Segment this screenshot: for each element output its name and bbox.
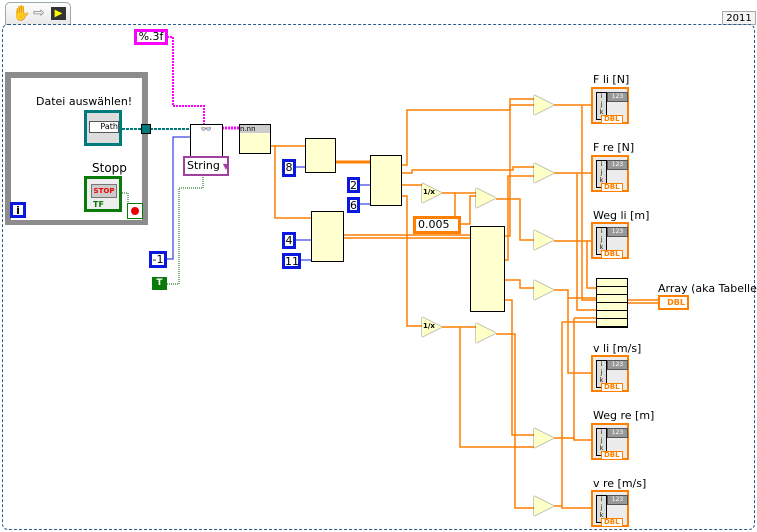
hand-icon[interactable]: ✋ bbox=[12, 4, 31, 22]
multiply-node[interactable] bbox=[534, 496, 554, 516]
minus-one-constant[interactable]: -1 bbox=[149, 251, 167, 268]
index-constant-8[interactable]: 8 bbox=[282, 159, 296, 177]
indicator-f-re[interactable]: i j k 123 DBL bbox=[591, 155, 629, 192]
stop-label: Stopp bbox=[92, 161, 127, 175]
toolbar-tab: ✋ ⇨ ▶ bbox=[5, 2, 71, 25]
dbl-tag: DBL bbox=[601, 383, 623, 392]
indicator-label: v re [m/s] bbox=[593, 477, 647, 490]
dbl-tag: DBL bbox=[601, 518, 623, 527]
version-label: 2011 bbox=[722, 11, 756, 25]
indicator-v-re[interactable]: i j k 123 DBL bbox=[591, 490, 629, 527]
index-array-node[interactable] bbox=[370, 155, 402, 206]
iteration-terminal: i bbox=[10, 202, 26, 218]
subtract-node[interactable] bbox=[534, 163, 554, 183]
array-subset-node[interactable] bbox=[311, 211, 344, 262]
dbl-tag: DBL bbox=[601, 250, 623, 259]
divide-node[interactable] bbox=[476, 188, 496, 208]
subtract-node[interactable] bbox=[534, 95, 554, 115]
chevron-down-icon: ▼ bbox=[222, 162, 229, 171]
index-array-node-large[interactable] bbox=[470, 226, 505, 312]
indicator-label: v li [m/s] bbox=[593, 342, 642, 355]
reciprocal-label: 1/x bbox=[423, 322, 435, 330]
indicator-label: Weg re [m] bbox=[593, 409, 655, 422]
stop-button-control[interactable]: STOP TF bbox=[84, 176, 122, 212]
index-constant-6[interactable]: 6 bbox=[347, 197, 360, 213]
indicator-weg-li[interactable]: i j k 123 DBL bbox=[591, 222, 629, 259]
true-constant[interactable]: T bbox=[152, 277, 167, 290]
multiply-node[interactable] bbox=[534, 230, 554, 250]
dbl-tag: DBL bbox=[601, 115, 623, 124]
index-constant-4[interactable]: 4 bbox=[282, 232, 296, 249]
ring-value: String bbox=[187, 159, 220, 172]
index-array-node[interactable] bbox=[305, 138, 336, 173]
type-ring[interactable]: String ▼ bbox=[183, 156, 229, 176]
reciprocal-node[interactable]: 1/x bbox=[422, 317, 442, 337]
reciprocal-node[interactable]: 1/x bbox=[422, 183, 442, 203]
indicator-v-li[interactable]: i j k 123 DBL bbox=[591, 355, 629, 392]
path-control[interactable]: Path bbox=[84, 110, 122, 146]
multiply-node[interactable] bbox=[534, 280, 554, 300]
path-text: Path bbox=[89, 121, 119, 133]
tf-text: TF bbox=[93, 200, 104, 209]
multiply-node[interactable] bbox=[534, 428, 554, 448]
array-indicator[interactable]: DBL bbox=[658, 295, 689, 310]
path-label: Datei auswählen! bbox=[36, 95, 133, 108]
stop-text: STOP bbox=[91, 184, 117, 198]
glasses-icon: 👓 bbox=[200, 125, 213, 135]
run-highlight-icon[interactable]: ▶ bbox=[51, 7, 66, 20]
format-node-label: n.nn bbox=[240, 125, 270, 133]
format-into-number-node[interactable]: n.nn bbox=[239, 124, 271, 154]
dt-constant[interactable]: 0.005 bbox=[413, 216, 461, 234]
arrow-icon[interactable]: ⇨ bbox=[33, 5, 45, 21]
stop-condition-terminal[interactable] bbox=[127, 203, 143, 219]
stop-icon bbox=[131, 207, 139, 215]
divide-node[interactable] bbox=[476, 323, 496, 343]
build-array-node[interactable] bbox=[596, 278, 628, 328]
format-string-constant[interactable]: %.3f bbox=[134, 29, 168, 45]
read-spreadsheet-node[interactable]: 👓 bbox=[190, 124, 223, 158]
indicator-label: F li [N] bbox=[593, 73, 630, 86]
reciprocal-label: 1/x bbox=[423, 188, 435, 196]
dbl-tag: DBL bbox=[601, 451, 623, 460]
array-indicator-label: Array (aka Tabelle) bbox=[658, 282, 757, 295]
indicator-weg-re[interactable]: i j k 123 DBL bbox=[591, 423, 629, 460]
indicator-f-li[interactable]: i j k 123 DBL bbox=[591, 87, 629, 124]
indicator-label: F re [N] bbox=[593, 141, 635, 154]
loop-tunnel bbox=[141, 124, 151, 134]
dbl-tag: DBL bbox=[601, 183, 623, 192]
indicator-label: Weg li [m] bbox=[593, 209, 650, 222]
index-constant-2[interactable]: 2 bbox=[347, 177, 360, 193]
index-constant-11[interactable]: 11 bbox=[282, 253, 301, 269]
